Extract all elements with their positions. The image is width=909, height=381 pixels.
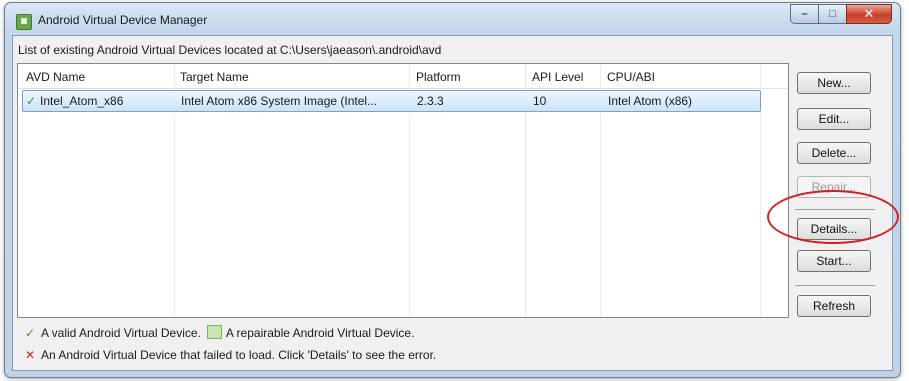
legend-failed: ✕ An Android Virtual Device that failed t… [23,348,436,362]
column-header-target-name[interactable]: Target Name [180,70,249,84]
start-button[interactable]: Start... [797,250,871,272]
avd-path-label: List of existing Android Virtual Devices… [18,43,442,57]
column-header-avd-name[interactable]: AVD Name [26,70,85,84]
details-button[interactable]: Details... [797,218,871,240]
button-separator [795,285,875,286]
edit-button[interactable]: Edit... [797,108,871,130]
table-row[interactable]: ✓ Intel_Atom_x86 Intel Atom x86 System I… [22,90,761,112]
check-icon: ✓ [26,94,37,108]
avd-table[interactable]: AVD Name Target Name Platform API Level … [17,63,789,318]
window-title: Android Virtual Device Manager [38,13,208,27]
column-header-api-level[interactable]: API Level [532,70,583,84]
minimize-icon: – [801,8,808,20]
platform-cell: 2.3.3 [417,94,444,108]
minimize-button[interactable]: – [790,4,818,24]
maximize-icon: □ [829,8,836,20]
error-x-icon: ✕ [24,348,36,362]
legend-valid-repairable: ✓ A valid Android Virtual Device. A repair… [23,325,414,340]
android-app-icon [16,14,32,30]
check-icon: ✓ [24,326,36,340]
target-name-cell: Intel Atom x86 System Image (Intel... [181,94,378,108]
title-bar[interactable]: Android Virtual Device Manager – □ ✕ [5,3,900,35]
repair-icon [206,325,222,339]
client-area: List of existing Android Virtual Devices… [12,35,893,371]
column-header-cpu-abi[interactable]: CPU/ABI [607,70,655,84]
close-button[interactable]: ✕ [846,4,892,24]
avd-name-cell: Intel_Atom_x86 [40,94,124,108]
legend-repairable-text: A repairable Android Virtual Device. [225,326,415,340]
legend-failed-text: An Android Virtual Device that failed to… [41,348,437,362]
repair-button[interactable]: Repair... [797,176,871,198]
close-icon: ✕ [863,6,875,21]
delete-button[interactable]: Delete... [797,142,871,164]
column-header-platform[interactable]: Platform [416,70,461,84]
cpu-abi-cell: Intel Atom (x86) [608,94,693,108]
new-button[interactable]: New... [797,72,871,94]
button-separator [795,209,875,210]
legend-valid-text: A valid Android Virtual Device. [41,326,201,340]
window-controls: – □ ✕ [790,4,892,24]
refresh-button[interactable]: Refresh [797,295,871,317]
table-header: AVD Name Target Name Platform API Level … [18,64,788,89]
maximize-button[interactable]: □ [818,4,846,24]
avd-manager-window: Android Virtual Device Manager – □ ✕ Lis… [4,2,901,378]
api-level-cell: 10 [533,94,547,108]
